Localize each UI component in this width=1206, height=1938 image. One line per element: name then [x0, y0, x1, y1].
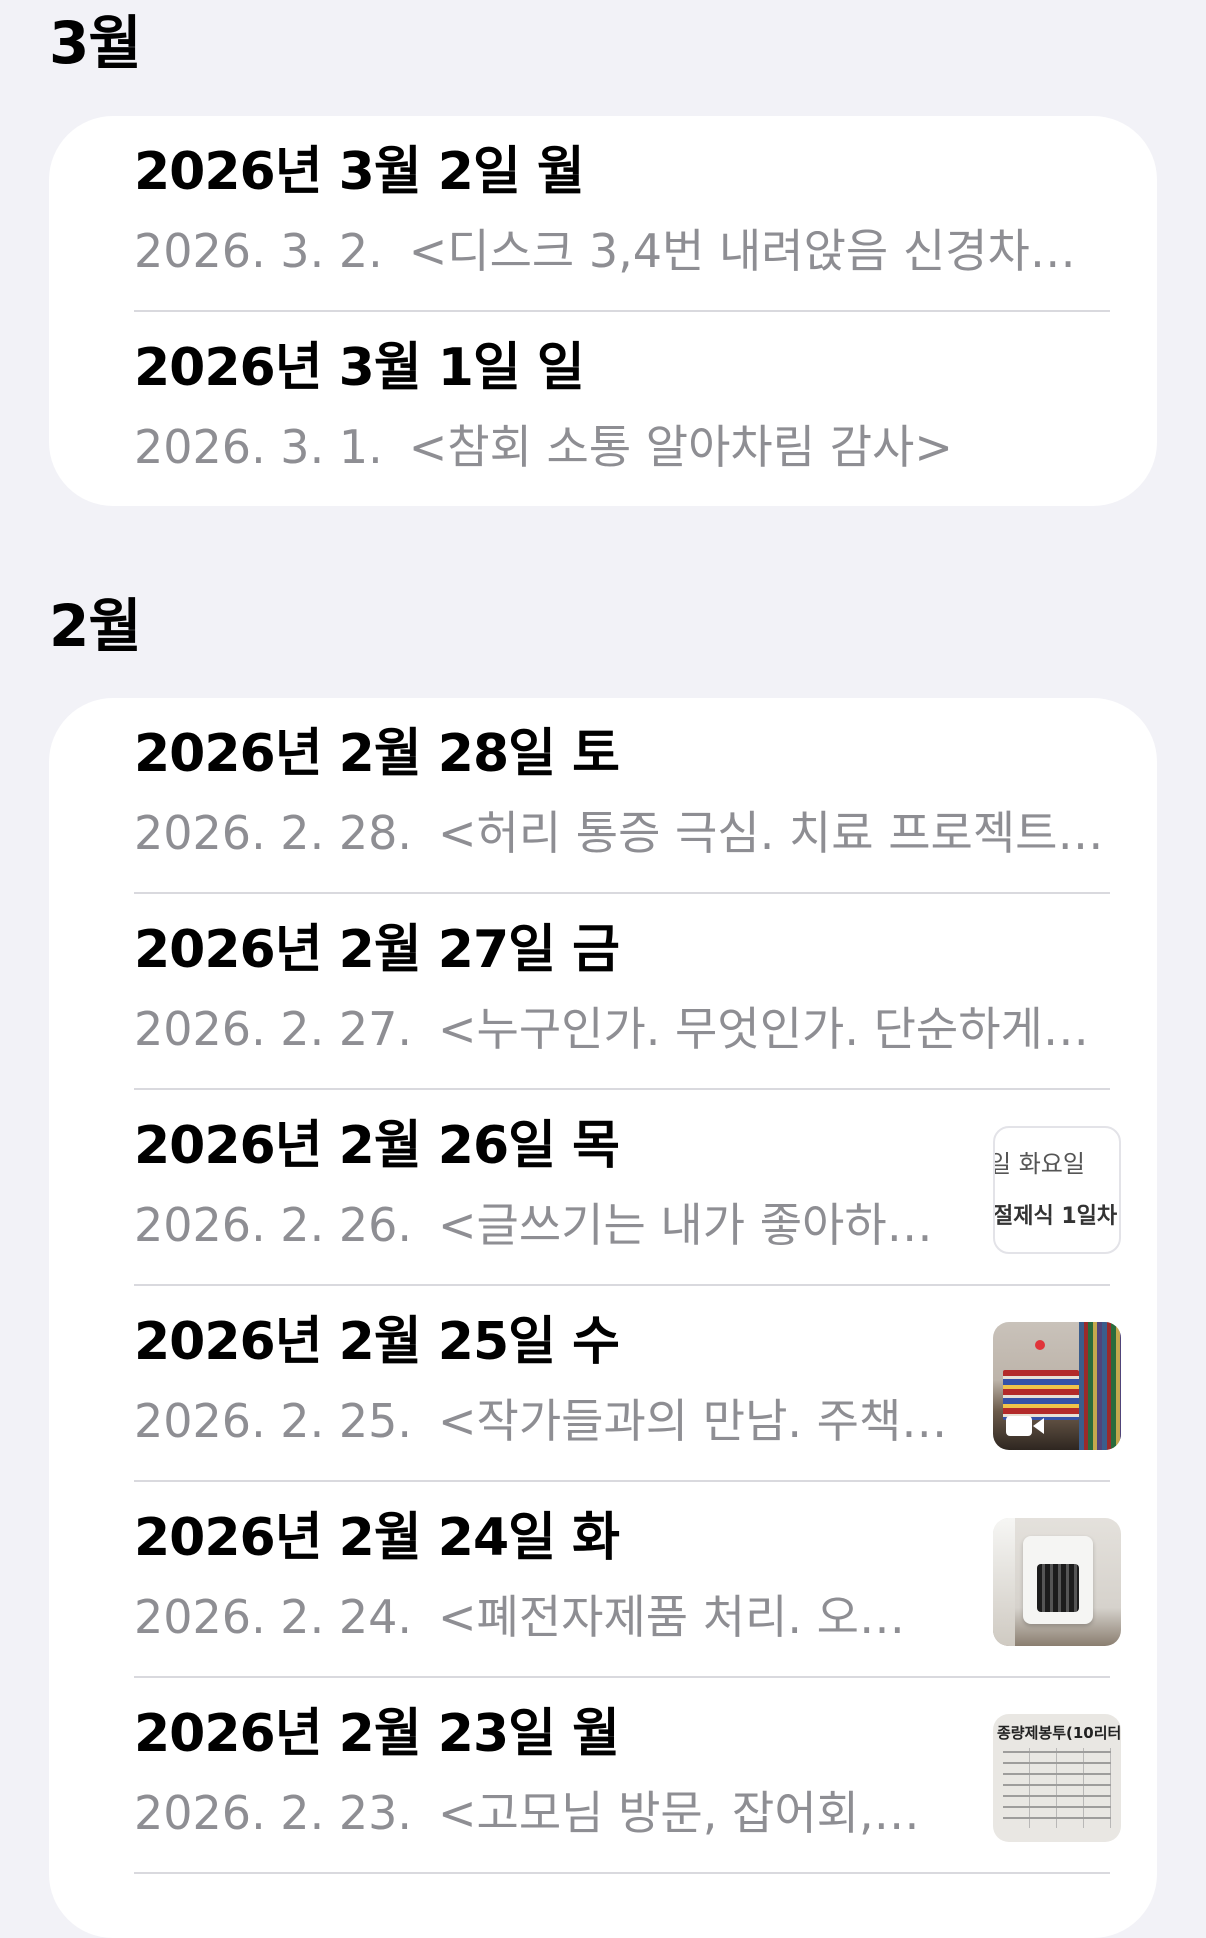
- note-row[interactable]: 2026년 3월 2일 월 2026. 3. 2. <디스크 3,4번 내려앉음 …: [49, 116, 1157, 312]
- note-subtitle: 2026. 2. 28. <허리 통증 극심. 치료 프로젝트…: [134, 808, 1134, 859]
- note-row[interactable]: 2026년 3월 1일 일 2026. 3. 1. <참회 소통 알아차림 감사>: [49, 312, 1157, 506]
- note-title: 2026년 2월 27일 금: [134, 920, 620, 980]
- section-header-march: 3월: [49, 9, 142, 77]
- thumbnail-text: 절제식 1일차 5: [993, 1204, 1119, 1229]
- note-row[interactable]: 2026년 2월 27일 금 2026. 2. 27. <누구인가. 무엇인가. …: [49, 894, 1157, 1090]
- thumbnail-text: 일 화요일: [993, 1150, 1085, 1178]
- note-subtitle: 2026. 2. 27. <누구인가. 무엇인가. 단순하게…: [134, 1004, 1134, 1055]
- notes-group-march: 2026년 3월 2일 월 2026. 3. 2. <디스크 3,4번 내려앉음 …: [49, 116, 1157, 506]
- note-subtitle: 2026. 3. 2. <디스크 3,4번 내려앉음 신경차…: [134, 226, 1114, 277]
- note-title: 2026년 3월 1일 일: [134, 338, 585, 398]
- note-title: 2026년 2월 24일 화: [134, 1508, 620, 1568]
- note-title: 2026년 2월 26일 목: [134, 1116, 620, 1176]
- note-date: 2026. 2. 28.: [134, 808, 412, 859]
- note-date: 2026. 2. 24.: [134, 1592, 412, 1643]
- thumbnail-text: 종량제봉투(10리터): [997, 1724, 1121, 1742]
- bookshelf-graphic: [1079, 1322, 1121, 1450]
- ornament-graphic: [1035, 1340, 1045, 1350]
- note-date: 2026. 2. 23.: [134, 1788, 412, 1839]
- heater-grill-graphic: [1037, 1564, 1079, 1612]
- note-title: 2026년 2월 23일 월: [134, 1704, 620, 1764]
- note-subtitle: 2026. 2. 26. <글쓰기는 내가 좋아하…: [134, 1200, 994, 1251]
- note-preview: <폐전자제품 처리. 오…: [437, 1592, 905, 1643]
- video-camera-icon: [1006, 1416, 1044, 1436]
- note-preview: <디스크 3,4번 내려앉음 신경차…: [408, 226, 1076, 277]
- note-row[interactable]: 2026년 2월 25일 수 2026. 2. 25. <작가들과의 만남. 주책…: [49, 1286, 1157, 1482]
- note-thumbnail-photo: 종량제봉투(10리터): [993, 1714, 1121, 1842]
- note-preview: <누구인가. 무엇인가. 단순하게…: [437, 1004, 1089, 1055]
- window-graphic: [993, 1518, 1015, 1646]
- note-row[interactable]: 2026년 2월 28일 토 2026. 2. 28. <허리 통증 극심. 치료…: [49, 698, 1157, 894]
- note-preview: <참회 소통 알아차림 감사>: [408, 422, 953, 473]
- note-subtitle: 2026. 2. 25. <작가들과의 만남. 주책…: [134, 1396, 994, 1447]
- note-date: 2026. 2. 26.: [134, 1200, 412, 1251]
- book-stack-graphic: [1003, 1370, 1079, 1420]
- note-preview: <허리 통증 극심. 치료 프로젝트…: [437, 808, 1104, 859]
- note-thumbnail-video: [993, 1322, 1121, 1450]
- note-subtitle: 2026. 2. 23. <고모님 방문, 잡어회,…: [134, 1788, 994, 1839]
- note-preview: <고모님 방문, 잡어회,…: [437, 1788, 920, 1839]
- note-subtitle: 2026. 3. 1. <참회 소통 알아차림 감사>: [134, 422, 1114, 473]
- note-date: 2026. 3. 1.: [134, 422, 383, 473]
- note-thumbnail-photo: [993, 1518, 1121, 1646]
- note-row[interactable]: 2026년 2월 26일 목 2026. 2. 26. <글쓰기는 내가 좋아하……: [49, 1090, 1157, 1286]
- note-date: 2026. 2. 25.: [134, 1396, 412, 1447]
- notes-group-february: 2026년 2월 28일 토 2026. 2. 28. <허리 통증 극심. 치료…: [49, 698, 1157, 1938]
- note-row[interactable]: 2026년 2월 23일 월 2026. 2. 23. <고모님 방문, 잡어회,…: [49, 1678, 1157, 1874]
- note-thumbnail-document: 일 화요일 절제식 1일차 5: [993, 1126, 1121, 1254]
- note-date: 2026. 3. 2.: [134, 226, 383, 277]
- note-title: 2026년 2월 28일 토: [134, 724, 620, 784]
- label-table-graphic: [1003, 1748, 1111, 1828]
- section-header-february: 2월: [49, 592, 142, 660]
- row-divider: [134, 1872, 1110, 1874]
- note-title: 2026년 3월 2일 월: [134, 142, 585, 202]
- note-row[interactable]: 2026년 2월 24일 화 2026. 2. 24. <폐전자제품 처리. 오…: [49, 1482, 1157, 1678]
- note-subtitle: 2026. 2. 24. <폐전자제품 처리. 오…: [134, 1592, 994, 1643]
- note-date: 2026. 2. 27.: [134, 1004, 412, 1055]
- heater-graphic: [1023, 1536, 1093, 1624]
- note-preview: <작가들과의 만남. 주책…: [437, 1396, 948, 1447]
- note-preview: <글쓰기는 내가 좋아하…: [437, 1200, 933, 1251]
- note-title: 2026년 2월 25일 수: [134, 1312, 620, 1372]
